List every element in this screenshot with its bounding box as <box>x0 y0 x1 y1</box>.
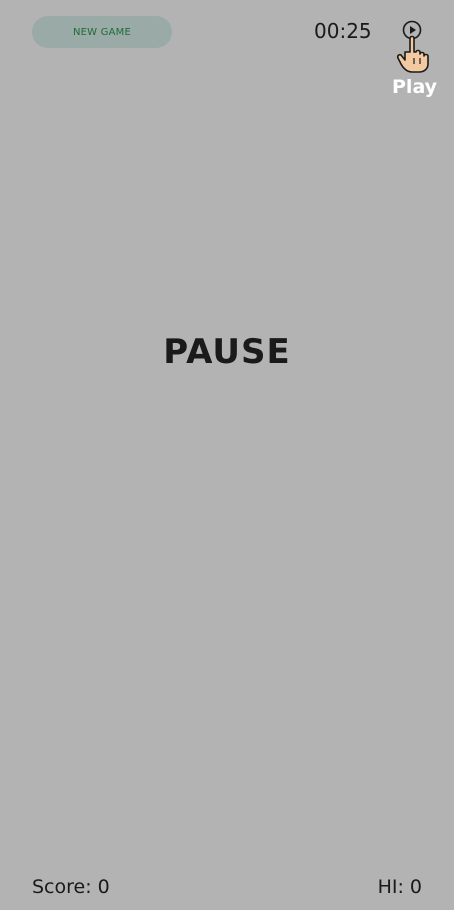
pause-status-text: PAUSE <box>163 332 291 372</box>
pointing-hand-icon <box>396 35 429 73</box>
play-hint-label: Play <box>392 76 438 98</box>
game-screen: NEW GAME 00:25 Play PAUSE Score: 0 HI: 0 <box>0 0 454 910</box>
game-timer: 00:25 <box>314 19 372 43</box>
hi-score-display: HI: 0 <box>377 876 422 898</box>
score-display: Score: 0 <box>32 876 110 898</box>
new-game-button[interactable]: NEW GAME <box>32 16 172 48</box>
